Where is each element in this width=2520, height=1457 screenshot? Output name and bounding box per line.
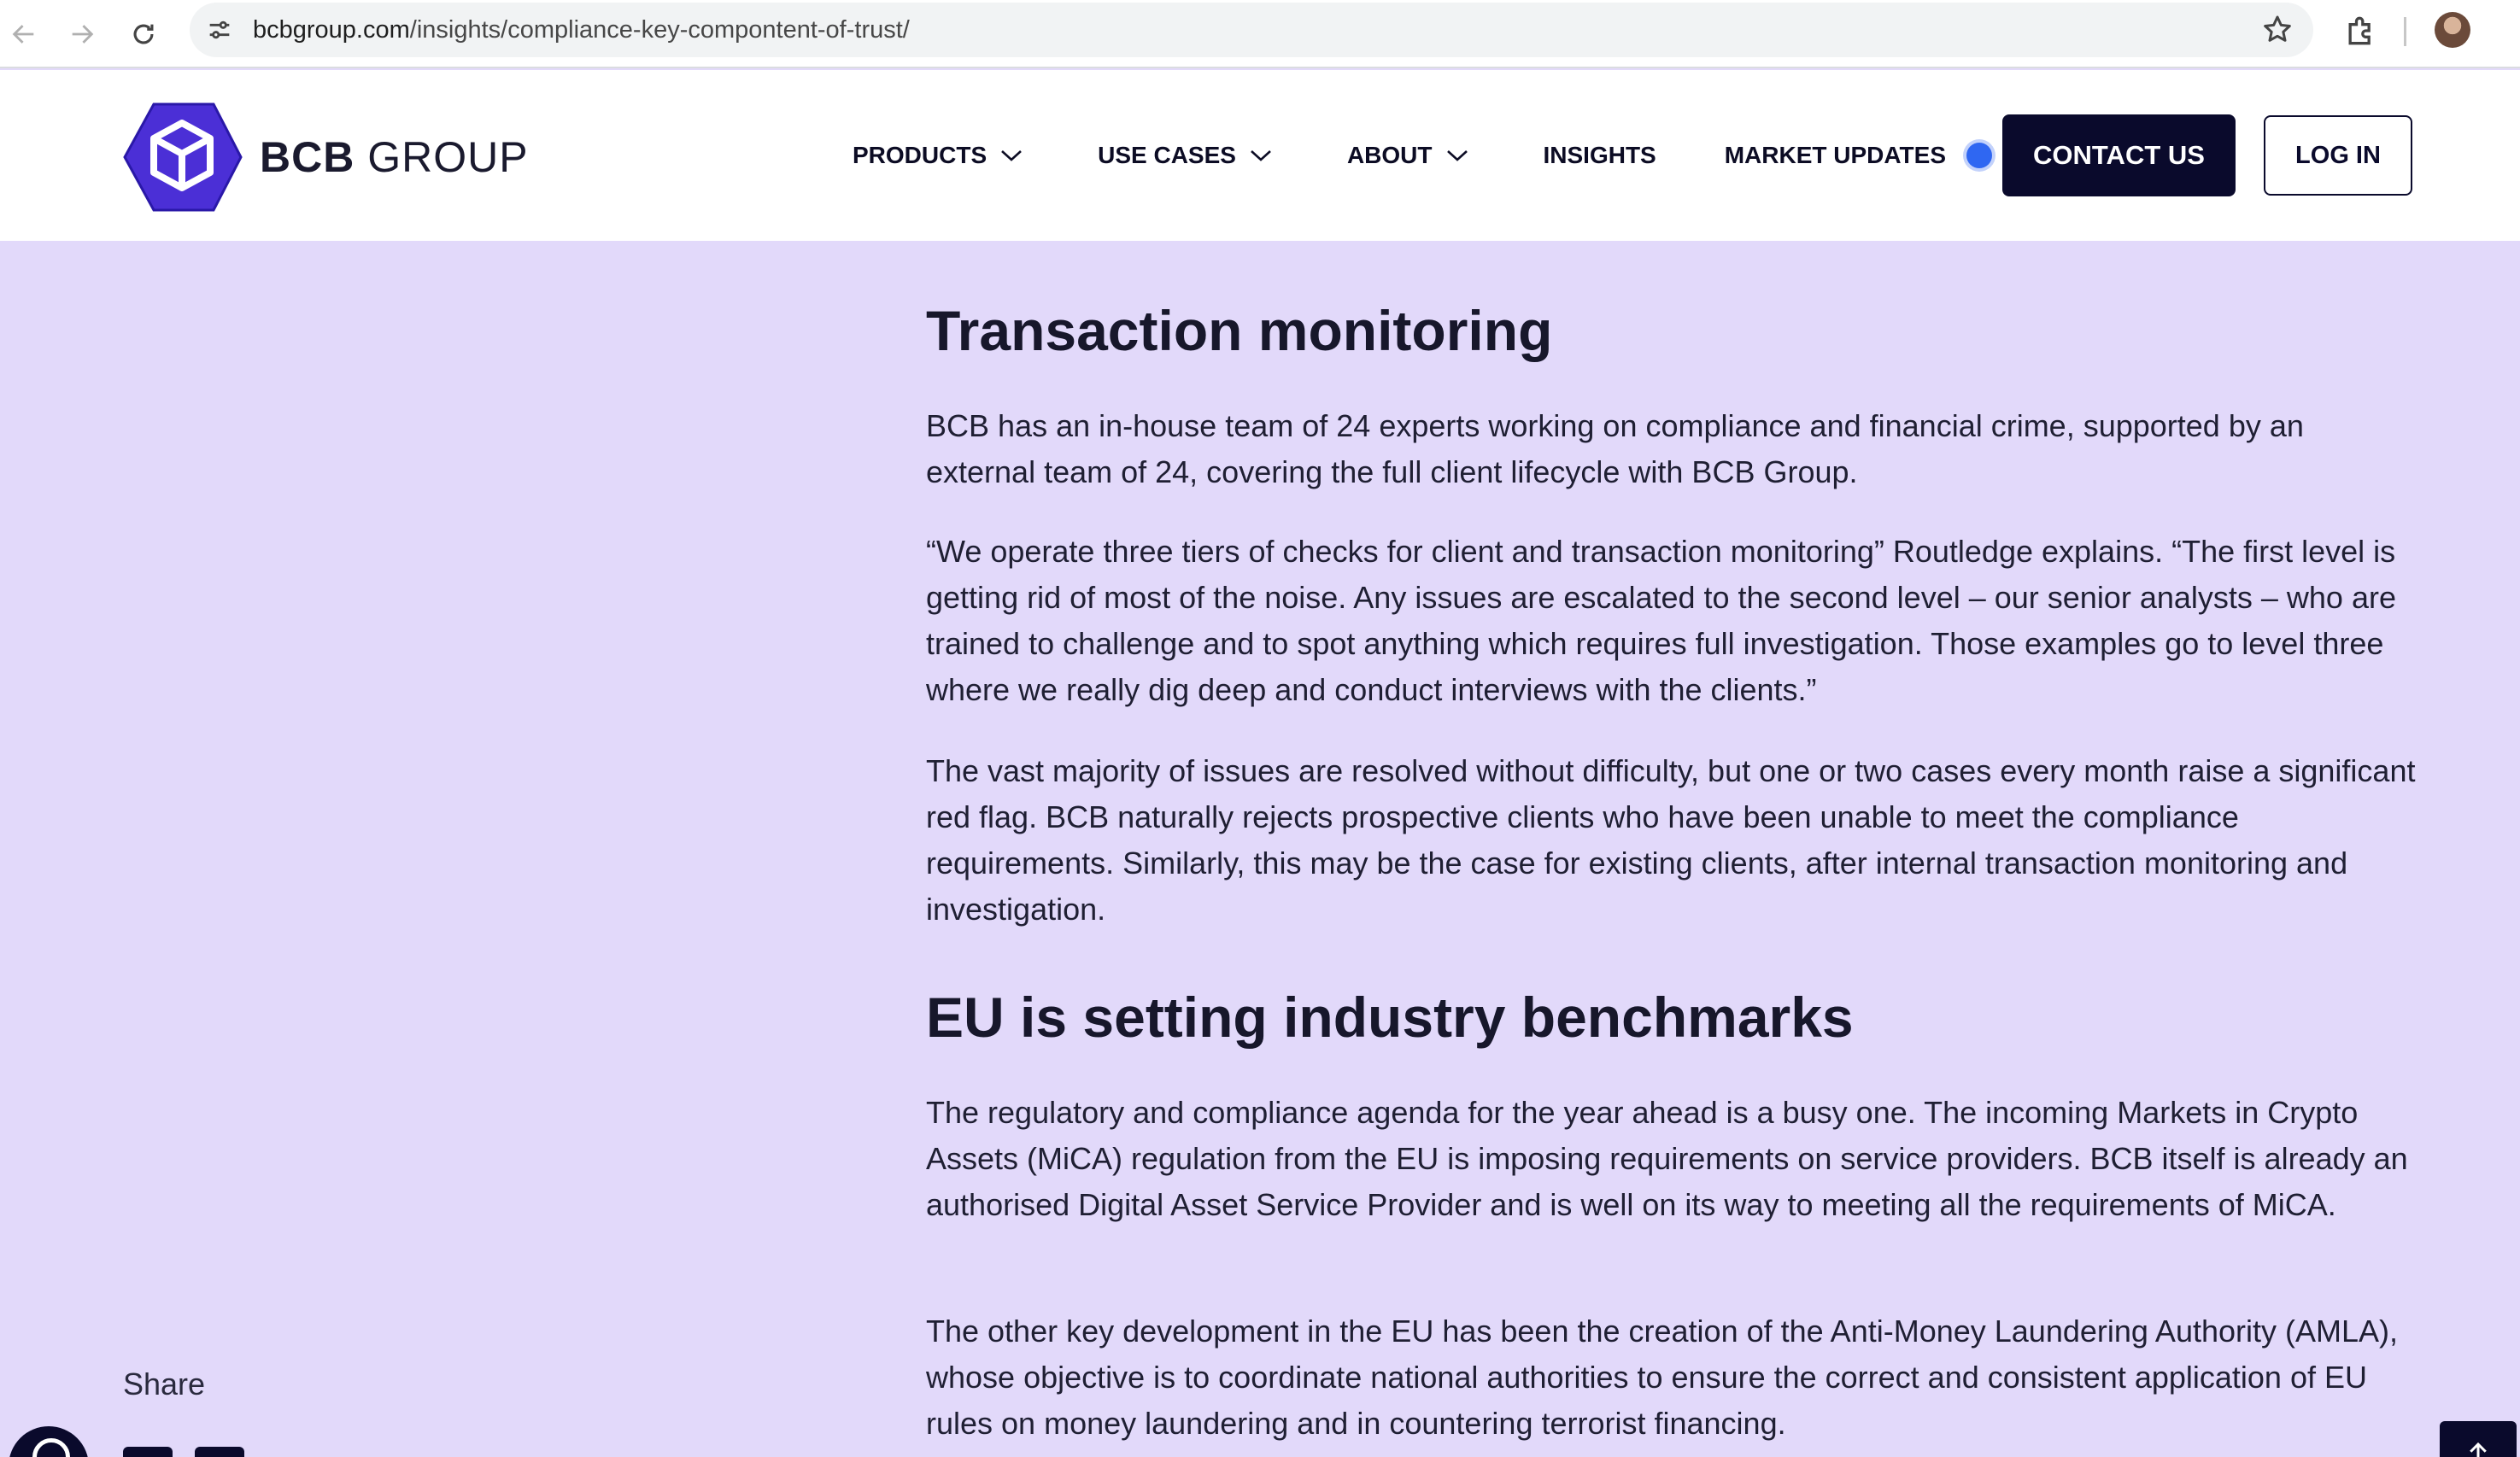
- nav-insights[interactable]: INSIGHTS: [1544, 142, 1656, 169]
- site-header: BCB GROUP PRODUCTS USE CASES ABOUT INSIG…: [0, 70, 2520, 241]
- chevron-down-icon: [1001, 150, 1022, 161]
- extensions-puzzle-icon[interactable]: [2342, 12, 2380, 50]
- address-bar[interactable]: bcbgroup.com/insights/compliance-key-com…: [190, 3, 2313, 57]
- article-paragraph: The regulatory and compliance agenda for…: [926, 1095, 2408, 1222]
- chevron-down-icon: [1251, 150, 1271, 161]
- nav-about[interactable]: ABOUT: [1347, 142, 1470, 169]
- bcb-hexagon-logo-icon: [123, 102, 243, 212]
- url-path: /insights/compliance-key-compontent-of-t…: [409, 16, 910, 44]
- article-paragraph: The vast majority of issues are resolved…: [926, 753, 2416, 927]
- main-navigation: PRODUCTS USE CASES ABOUT INSIGHTS MARKET…: [853, 70, 1992, 241]
- nav-use-cases-label: USE CASES: [1098, 142, 1236, 168]
- reload-icon: [133, 24, 154, 44]
- forward-button[interactable]: [58, 10, 106, 58]
- nav-use-cases[interactable]: USE CASES: [1098, 142, 1274, 169]
- chevron-down-icon: [1446, 150, 1468, 161]
- nav-products-label: PRODUCTS: [853, 142, 987, 168]
- site-info-icon[interactable]: [202, 12, 237, 48]
- log-in-button[interactable]: LOG IN: [2264, 115, 2412, 196]
- nav-market-updates-label: MARKET UPDATES: [1724, 142, 1946, 168]
- article-paragraph: The other key development in the EU has …: [926, 1314, 2399, 1441]
- back-to-top-button[interactable]: [2440, 1421, 2517, 1457]
- bcb-group-logo[interactable]: BCB GROUP: [121, 102, 529, 212]
- arrow-left-icon: [12, 25, 34, 44]
- section-heading-transaction-monitoring: Transaction monitoring: [926, 299, 1553, 362]
- arrow-up-icon: [2470, 1442, 2487, 1457]
- logo-group-text: GROUP: [355, 133, 529, 181]
- live-indicator-dot-icon: [1966, 143, 1992, 168]
- profile-avatar[interactable]: [2435, 12, 2470, 48]
- section-heading-eu-benchmarks: EU is setting industry benchmarks: [926, 986, 1854, 1049]
- url-text: bcbgroup.com/insights/compliance-key-com…: [253, 16, 910, 44]
- bookmark-star-icon[interactable]: [2260, 13, 2294, 47]
- share-x-icon[interactable]: [195, 1447, 244, 1457]
- logo-wordmark: BCB GROUP: [260, 132, 529, 182]
- nav-products[interactable]: PRODUCTS: [853, 142, 1024, 169]
- toolbar-divider: [2404, 17, 2406, 46]
- nav-about-label: ABOUT: [1346, 142, 1433, 168]
- back-button[interactable]: [0, 10, 48, 58]
- arrow-right-icon: [72, 25, 94, 44]
- nav-market-updates[interactable]: MARKET UPDATES: [1725, 142, 1992, 169]
- article-paragraph: “We operate three tiers of checks for cl…: [926, 534, 2396, 707]
- url-domain: bcbgroup.com: [253, 16, 410, 44]
- share-linkedin-icon[interactable]: [123, 1447, 173, 1457]
- accessibility-widget-button[interactable]: [9, 1426, 89, 1457]
- browser-toolbar: bcbgroup.com/insights/compliance-key-com…: [0, 0, 2520, 68]
- logo-bcb-text: BCB: [260, 133, 355, 181]
- reload-button[interactable]: [120, 10, 167, 58]
- share-label: Share: [123, 1366, 206, 1401]
- nav-insights-label: INSIGHTS: [1543, 142, 1656, 168]
- contact-us-button[interactable]: CONTACT US: [2002, 114, 2236, 196]
- article-paragraph: BCB has an in-house team of 24 experts w…: [926, 408, 2304, 489]
